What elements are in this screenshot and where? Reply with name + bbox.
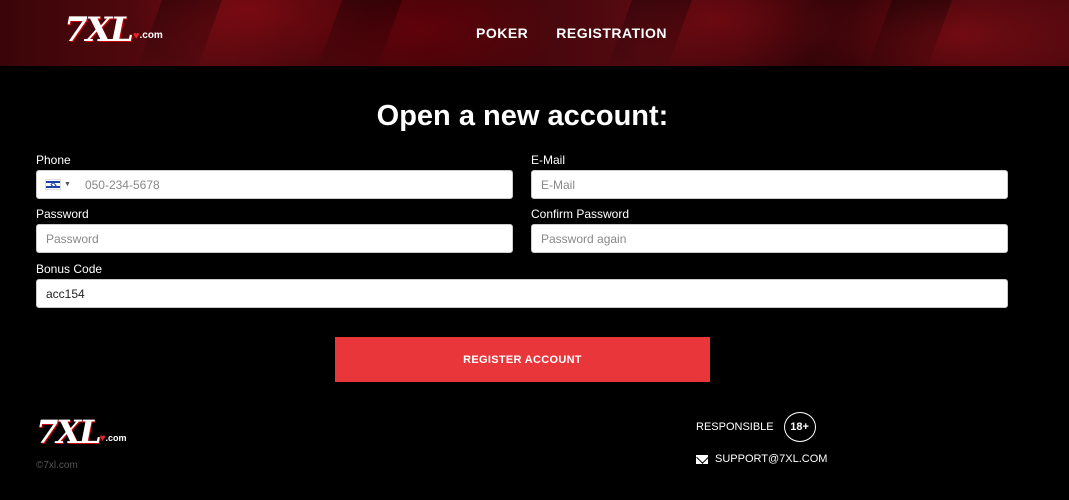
bonus-code-field-group: Bonus Code bbox=[36, 262, 1008, 308]
site-header: 7XL ♥ .com POKER REGISTRATION bbox=[0, 0, 1069, 66]
support-email-text: SUPPORT@7XL.COM bbox=[715, 453, 828, 465]
chevron-down-icon: ▼ bbox=[64, 181, 71, 188]
email-input[interactable] bbox=[532, 171, 1007, 198]
age-restriction-badge: 18+ bbox=[783, 412, 816, 442]
email-field-group: E-Mail bbox=[531, 153, 1008, 199]
main-nav: POKER REGISTRATION bbox=[476, 25, 667, 41]
envelope-icon bbox=[696, 454, 708, 464]
flag-israel-icon bbox=[45, 179, 61, 190]
page-title: Open a new account: bbox=[376, 100, 669, 132]
responsible-label: RESPONSIBLE bbox=[696, 421, 774, 433]
copyright-text: ©7xl.com bbox=[36, 460, 78, 471]
bonus-code-label: Bonus Code bbox=[36, 262, 103, 276]
phone-box: ▼ bbox=[36, 170, 513, 199]
phone-label: Phone bbox=[36, 153, 71, 167]
email-box bbox=[531, 170, 1008, 199]
email-label: E-Mail bbox=[531, 153, 566, 167]
password-label: Password bbox=[36, 207, 89, 221]
header-decoration bbox=[867, 0, 953, 66]
country-code-select[interactable]: ▼ bbox=[37, 171, 77, 198]
logo-mark: 7XL bbox=[36, 413, 102, 451]
phone-field-group: Phone ▼ bbox=[36, 153, 513, 199]
nav-registration[interactable]: REGISTRATION bbox=[556, 25, 667, 41]
site-logo[interactable]: 7XL ♥ .com bbox=[64, 12, 163, 48]
register-account-button[interactable]: REGISTER ACCOUNT bbox=[335, 337, 710, 382]
nav-poker[interactable]: POKER bbox=[476, 25, 528, 41]
confirm-password-label: Confirm Password bbox=[531, 207, 630, 221]
support-email-link[interactable]: SUPPORT@7XL.COM bbox=[696, 453, 827, 465]
header-decoration bbox=[317, 0, 403, 66]
confirm-password-field-group: Confirm Password bbox=[531, 207, 1008, 253]
logo-suffix: .com bbox=[139, 30, 163, 41]
footer-logo[interactable]: 7XL ♥ .com bbox=[36, 416, 127, 448]
phone-input[interactable] bbox=[76, 171, 512, 198]
confirm-password-box bbox=[531, 224, 1008, 253]
confirm-password-input[interactable] bbox=[532, 225, 1007, 252]
bonus-code-input[interactable] bbox=[37, 280, 1007, 307]
logo-suffix: .com bbox=[105, 433, 127, 443]
bonus-code-box bbox=[36, 279, 1008, 308]
logo-mark: 7XL bbox=[64, 10, 134, 50]
responsible-gaming[interactable]: RESPONSIBLE 18+ bbox=[696, 412, 816, 442]
password-field-group: Password bbox=[36, 207, 513, 253]
password-box bbox=[36, 224, 513, 253]
password-input[interactable] bbox=[37, 225, 512, 252]
